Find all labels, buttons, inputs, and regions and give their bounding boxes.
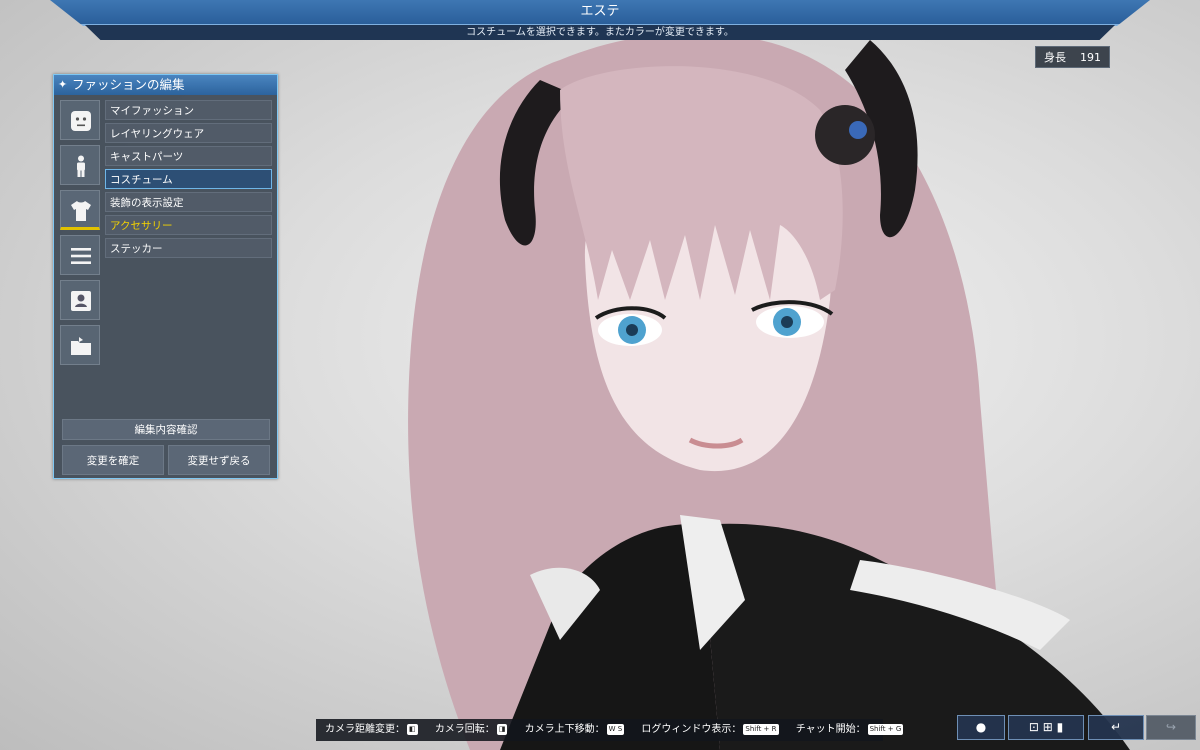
outfit-toggle-button[interactable]: ⊡ ⊞ ▮ <box>1008 715 1084 740</box>
camera-updown-hint: カメラ上下移動： <box>524 724 605 735</box>
discard-changes-button[interactable]: 変更せず戻る <box>168 445 270 475</box>
confirm-edit-button[interactable]: 編集内容確認 <box>62 419 270 440</box>
undo-icon: ↵ <box>1110 720 1122 734</box>
folder-icon <box>71 337 91 355</box>
face-icon <box>71 111 91 131</box>
menu-item-my-fashion[interactable]: マイファッション <box>105 100 272 120</box>
camera-face-button[interactable]: ● <box>957 715 1005 740</box>
window-title: エステ <box>50 0 1150 26</box>
face-icon-tab[interactable] <box>60 100 100 140</box>
ws-keys: W S <box>606 723 625 735</box>
list-icon-tab[interactable] <box>60 235 100 275</box>
body-icon-tab[interactable] <box>60 145 100 185</box>
outfit-icon: ⊡ ⊞ ▮ <box>1028 720 1064 734</box>
height-display: 身長 191 <box>1035 46 1110 68</box>
panel-title: ファッションの編集 <box>72 77 185 92</box>
fashion-edit-panel: ✦ ファッションの編集 マイファッション レイヤリングウェア キャストパーツ コ… <box>53 74 278 479</box>
folder-icon-tab[interactable] <box>60 325 100 365</box>
menu-item-decoration-display[interactable]: 装飾の表示設定 <box>105 192 272 212</box>
menu-item-layering-wear[interactable]: レイヤリングウェア <box>105 123 272 143</box>
log-window-hint: ログウィンドウ表示： <box>641 724 742 735</box>
shift-g-keys: Shift + G <box>867 723 904 735</box>
controls-hint-bar: カメラ距離変更： ◧ カメラ回転： ◨ カメラ上下移動： W S ログウィンドウ表示：… <box>316 719 904 741</box>
panel-header: ✦ ファッションの編集 <box>54 75 277 95</box>
apply-changes-button[interactable]: 変更を確定 <box>62 445 164 475</box>
height-value: 191 <box>1080 51 1101 64</box>
redo-button[interactable]: ↪ <box>1146 715 1196 740</box>
shirt-icon-tab[interactable] <box>60 190 100 230</box>
menu-item-accessory[interactable]: アクセサリー <box>105 215 272 235</box>
list-icon <box>71 248 91 264</box>
menu-item-costume[interactable]: コスチューム <box>105 169 272 189</box>
mouse-wheel-icon: ◧ <box>407 723 418 735</box>
body-icon <box>77 155 85 177</box>
menu-item-cast-parts[interactable]: キャストパーツ <box>105 146 272 166</box>
mouse-icon: ◨ <box>496 723 508 735</box>
instruction-text: コスチュームを選択できます。またカラーが変更できます。 <box>85 25 1115 40</box>
shift-r-keys: Shift + R <box>743 723 779 735</box>
head-icon: ● <box>975 720 987 734</box>
redo-icon: ↪ <box>1165 720 1177 734</box>
camera-distance-hint: カメラ距離変更： <box>325 724 405 735</box>
menu-item-sticker[interactable]: ステッカー <box>105 238 272 258</box>
height-label: 身長 <box>1044 51 1066 64</box>
camera-rotate-hint: カメラ回転： <box>434 724 495 735</box>
id-card-icon-tab[interactable] <box>60 280 100 320</box>
undo-button[interactable]: ↵ <box>1088 715 1144 740</box>
shirt-icon <box>71 201 91 221</box>
chat-hint: チャット開始： <box>795 724 866 735</box>
id-card-icon <box>71 291 91 311</box>
sparkle-icon: ✦ <box>58 78 68 91</box>
